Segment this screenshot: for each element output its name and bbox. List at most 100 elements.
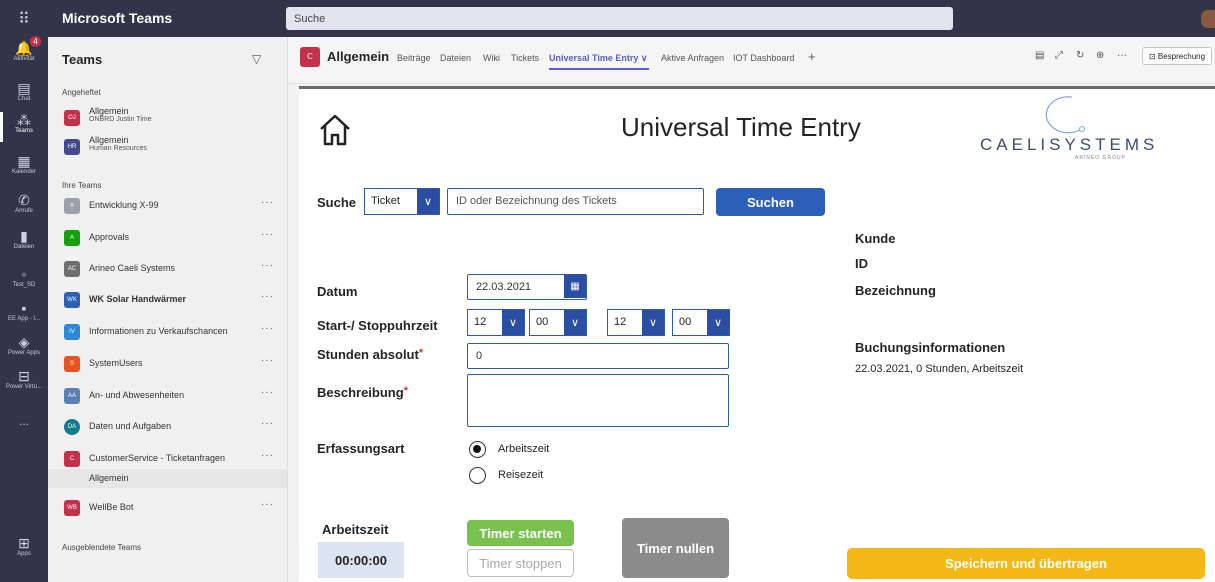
more-options-icon[interactable]: ··· <box>261 418 274 429</box>
rail-item-power-virtual-agents[interactable]: ⊟ Power Virtu... <box>0 368 48 391</box>
radio-label: Reisezeit <box>498 469 544 481</box>
more-options-icon[interactable]: ··· <box>261 291 274 302</box>
teams-pane-title: Teams <box>62 52 103 67</box>
expand-icon[interactable]: ⤢ <box>1055 50 1063 61</box>
team-item[interactable]: WK WK Solar Handwärmer ··· <box>48 286 287 314</box>
team-item[interactable]: DA Daten und Aufgaben ··· <box>48 413 287 441</box>
team-name: CustomerService - Ticketanfragen <box>89 453 226 463</box>
filter-icon[interactable]: ▽ <box>252 52 261 66</box>
tab-beitraege[interactable]: Beiträge <box>397 53 431 63</box>
home-icon[interactable] <box>318 113 352 150</box>
rail-more-button[interactable]: ... <box>0 415 48 427</box>
team-item[interactable]: AA An- und Abwesenheiten ··· <box>48 382 287 410</box>
tab-universal-time-entry[interactable]: Universal Time Entry ∨ <box>549 53 647 64</box>
team-item[interactable]: IV Informationen zu Verkaufschancen ··· <box>48 318 287 346</box>
meet-button[interactable]: ⊡ Besprechung <box>1142 47 1212 65</box>
timer-display: 00:00:00 <box>318 542 404 578</box>
add-tab-button[interactable]: + <box>808 49 816 64</box>
more-options-icon[interactable]: ··· <box>261 355 274 366</box>
rail-item-calendar[interactable]: ▦ Kalender <box>0 153 48 176</box>
radio-arbeitszeit[interactable] <box>469 441 486 458</box>
radio-reisezeit[interactable] <box>469 467 486 484</box>
more-options-icon[interactable]: ··· <box>261 323 274 334</box>
chevron-down-icon: ∨ <box>707 310 729 335</box>
team-name: WellBe Bot <box>89 502 134 512</box>
hours-input[interactable]: 0 <box>467 343 729 369</box>
avatar[interactable] <box>1201 10 1215 28</box>
search-button[interactable]: Suchen <box>716 188 825 216</box>
start-hour-dropdown[interactable]: 12 ∨ <box>467 309 525 336</box>
team-name: Approvals <box>89 232 130 242</box>
stop-minute-dropdown[interactable]: 00 ∨ <box>672 309 730 336</box>
more-options-icon[interactable]: ··· <box>261 387 274 398</box>
search-type-value: Ticket <box>371 195 400 207</box>
reload-icon[interactable]: ↻ <box>1076 50 1084 61</box>
chevron-down-icon: ∨ <box>564 310 586 335</box>
team-item[interactable]: A Approvals ··· <box>48 224 287 252</box>
rail-item-activity[interactable]: 🔔 Aktivität <box>0 40 48 63</box>
search-label: Suche <box>317 195 357 210</box>
chevron-down-icon: ∨ <box>417 189 439 214</box>
start-minute-dropdown[interactable]: 00 ∨ <box>529 309 587 336</box>
more-options-icon[interactable]: ··· <box>1117 50 1127 61</box>
app-launcher-icon[interactable]: ⠿ <box>0 0 48 37</box>
more-options-icon[interactable]: ··· <box>261 229 274 240</box>
start-stop-time-label: Start-/ Stoppuhrzeit <box>317 318 438 333</box>
more-options-icon[interactable]: ··· <box>261 260 274 271</box>
more-options-icon[interactable]: ··· <box>261 197 274 208</box>
chat-icon: ▤ <box>17 80 31 96</box>
timer-start-button[interactable]: Timer starten <box>467 520 574 546</box>
team-name: An- und Abwesenheiten <box>89 390 185 400</box>
pinned-channel[interactable]: HR Allgemein Human Resources <box>48 133 287 161</box>
team-name: Informationen zu Verkaufschancen <box>89 326 228 336</box>
rail-item-apps[interactable]: ⊞ Apps <box>0 535 48 558</box>
timer-stop-button[interactable]: Timer stoppen <box>467 549 574 577</box>
hidden-teams-link[interactable]: Ausgeblendete Teams <box>62 543 141 552</box>
timer-reset-button[interactable]: Timer nullen <box>622 518 729 578</box>
tab-tickets[interactable]: Tickets <box>511 53 539 63</box>
tab-wiki[interactable]: Wiki <box>483 53 500 63</box>
team-item[interactable]: X Entwicklung X-99 ··· <box>48 192 287 220</box>
team-item[interactable]: WB WellBe Bot ··· <box>48 494 287 522</box>
more-options-icon[interactable]: ··· <box>261 450 274 461</box>
ticket-search-input[interactable]: ID oder Bezeichnung des Tickets <box>447 188 704 215</box>
tab-aktive-anfragen[interactable]: Aktive Anfragen <box>661 53 724 63</box>
rail-item-calls[interactable]: ✆ Anrufe <box>0 192 48 215</box>
team-name: Entwicklung X-99 <box>89 200 159 210</box>
rail-item-chat[interactable]: ▤ Chat <box>0 80 48 103</box>
channel-item-active[interactable]: Allgemein <box>48 469 287 488</box>
more-options-icon[interactable]: ··· <box>261 499 274 510</box>
save-and-submit-button[interactable]: Speichern und übertragen <box>847 548 1205 579</box>
team-avatar: AC <box>64 261 80 277</box>
rail-item-ee-app[interactable]: ▪ EE App - I... <box>0 300 48 323</box>
rail-item-teams[interactable]: ⁂ Teams <box>0 112 48 142</box>
tab-iot-dashboard[interactable]: IOT Dashboard <box>733 53 794 63</box>
calendar-icon: ▦ <box>17 153 31 169</box>
team-item[interactable]: S SystemUsers ··· <box>48 350 287 378</box>
stop-hour-dropdown[interactable]: 12 ∨ <box>607 309 665 336</box>
search-type-dropdown[interactable]: Ticket ∨ <box>364 188 440 215</box>
description-textarea[interactable] <box>467 374 729 427</box>
calendar-icon[interactable]: ▦ <box>564 274 586 298</box>
team-item[interactable]: AC Arineo Caeli Systems ··· <box>48 255 287 283</box>
globe-icon[interactable]: ⊕ <box>1096 50 1104 61</box>
team-avatar: C <box>64 451 80 467</box>
team-avatar: WK <box>64 292 80 308</box>
power-apps-icon: ◈ <box>18 334 30 350</box>
conversation-icon[interactable]: ▤ <box>1035 50 1044 61</box>
pinned-channel-name: Allgemein <box>89 106 129 116</box>
search-input[interactable]: Suche <box>286 7 953 30</box>
tab-dateien[interactable]: Dateien <box>440 53 471 63</box>
rail-item-power-apps[interactable]: ◈ Power Apps <box>0 334 48 357</box>
team-avatar: X <box>64 198 80 214</box>
pinned-channel[interactable]: OJ Allgemein ONBRD Justin Time <box>48 104 287 132</box>
team-avatar: AA <box>64 388 80 404</box>
start-hour-value: 12 <box>474 316 487 328</box>
team-avatar: WB <box>64 500 80 516</box>
rail-item-test-sd[interactable]: ◦ Test_SD <box>0 266 48 289</box>
id-label: ID <box>855 256 868 271</box>
files-icon: ▮ <box>20 228 28 244</box>
booking-info-value: 22.03.2021, 0 Stunden, Arbeitszeit <box>855 363 1024 375</box>
team-name: SystemUsers <box>89 358 143 368</box>
rail-item-files[interactable]: ▮ Dateien <box>0 228 48 251</box>
